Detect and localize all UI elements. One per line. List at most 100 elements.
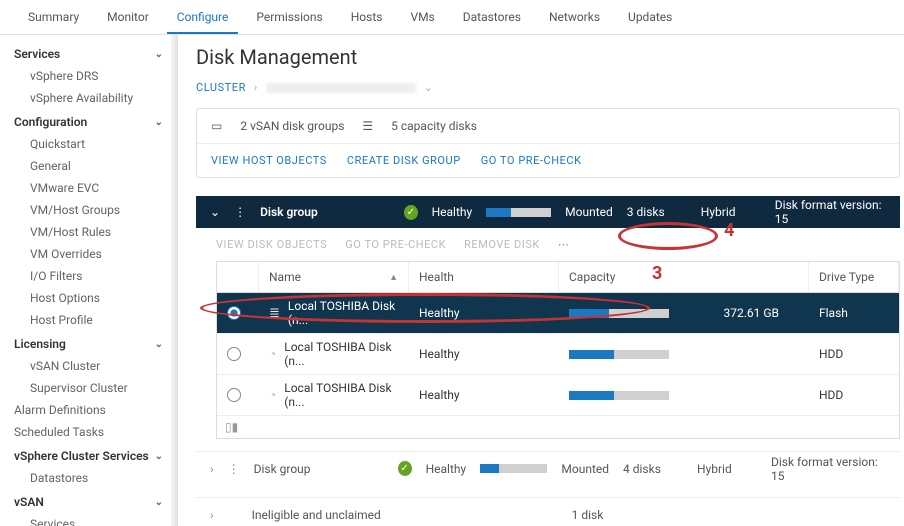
remove-disk-button[interactable]: REMOVE DISK: [464, 238, 540, 251]
main-panel: Disk Management CLUSTER › ⌄ ▭ 2 vSAN dis…: [178, 35, 904, 526]
more-actions-icon[interactable]: ⋯: [558, 238, 571, 251]
tab-datastores[interactable]: Datastores: [453, 4, 531, 34]
sidebar-section-configuration[interactable]: Configuration⌄: [0, 109, 177, 133]
disk-count: 1 disk: [572, 508, 632, 522]
top-tabs: Summary Monitor ConfigurePermissions HostsV…: [0, 0, 904, 35]
chevron-down-icon: ⌄: [155, 117, 163, 128]
sidebar-item-vsphere-availability[interactable]: vSphere Availability: [0, 87, 177, 109]
drivetype-column-header[interactable]: Drive Type: [809, 262, 899, 292]
tab-vms[interactable]: VMs: [400, 4, 444, 34]
chevron-right-icon[interactable]: ›: [210, 508, 214, 522]
mount-label: Mounted: [561, 462, 609, 476]
create-disk-group-button[interactable]: CREATE DISK GROUP: [347, 154, 461, 167]
disk-health: Healthy: [409, 341, 559, 367]
table-row[interactable]: ◔Local TOSHIBA Disk (n...HealthyHDD: [217, 334, 899, 375]
usage-bar: [569, 350, 669, 359]
sidebar-section-vsphere-cluster-services[interactable]: vSphere Cluster Services⌄: [0, 443, 177, 467]
sidebar-item-services[interactable]: Services: [0, 513, 177, 526]
sidebar-item-host-options[interactable]: Host Options: [0, 287, 177, 309]
usage-bar: [569, 391, 669, 400]
row-radio[interactable]: [227, 306, 241, 320]
disk-name: Local TOSHIBA Disk (n...: [288, 299, 399, 327]
go-to-pre-check-button[interactable]: GO TO PRE-CHECK: [345, 238, 446, 251]
sidebar-item-vm-overrides[interactable]: VM Overrides: [0, 243, 177, 265]
capacity-disks-count: 5 capacity disks: [391, 119, 477, 133]
capacity-value: 372.61 GB: [723, 306, 779, 320]
disk-health: Healthy: [409, 300, 559, 326]
disk-icon: ◔: [269, 347, 276, 361]
ineligible-collapsed-row: › Ineligible and unclaimed 1 disk: [196, 497, 900, 526]
more-actions-icon[interactable]: ⋮: [228, 462, 240, 476]
disk-name: Local TOSHIBA Disk (n...: [284, 340, 399, 368]
sidebar-item-supervisor-cluster[interactable]: Supervisor Cluster: [0, 377, 177, 399]
table-header-row: Name▲ Health Capacity Drive Type: [217, 262, 899, 293]
drive-type: Flash: [809, 300, 899, 326]
disk-actions-row: VIEW DISK OBJECTS GO TO PRE-CHECK REMOVE D…: [196, 228, 904, 261]
sidebar-section-vsan[interactable]: vSAN⌄: [0, 489, 177, 513]
tab-permissions[interactable]: Permissions: [246, 4, 332, 34]
sidebar-item-scheduled-tasks[interactable]: Scheduled Tasks: [0, 421, 177, 443]
chevron-down-icon: ⌄: [155, 339, 163, 350]
sidebar-section-services[interactable]: Services⌄: [0, 41, 177, 65]
more-actions-icon[interactable]: ⋮: [234, 205, 246, 219]
capacity-icon: ☰: [362, 119, 373, 133]
view-disk-objects-button[interactable]: VIEW DISK OBJECTS: [216, 238, 327, 251]
chevron-down-icon: ⌄: [155, 497, 163, 508]
sidebar-item-general[interactable]: General: [0, 155, 177, 177]
sidebar-item-vsan-cluster[interactable]: vSAN Cluster: [0, 355, 177, 377]
health-ok-icon: ✓: [398, 461, 412, 476]
disk-type: Hybrid: [697, 462, 757, 476]
disk-group-icon: ▭: [211, 119, 222, 133]
disk-group-label: Disk group: [254, 462, 384, 476]
sidebar-item-alarm-definitions[interactable]: Alarm Definitions: [0, 399, 177, 421]
disk-group-expanded-header: ⌄ ⋮ Disk group ✓ Healthy Mounted 3 disks…: [196, 196, 900, 228]
disk-icon: ◔: [269, 388, 276, 402]
usage-bar: [486, 208, 551, 217]
chevron-down-icon[interactable]: ⌄: [424, 81, 434, 94]
table-row[interactable]: ◔ Local TOSHIBA Disk (n... Healthy HDD: [217, 375, 899, 416]
disk-name: Local TOSHIBA Disk (n...: [284, 381, 399, 409]
radio-column-header: [217, 262, 259, 292]
sidebar-item-vsphere-drs[interactable]: vSphere DRS: [0, 65, 177, 87]
health-label: Healthy: [432, 205, 473, 219]
sort-asc-icon: ▲: [389, 272, 398, 283]
sidebar-item-quickstart[interactable]: Quickstart: [0, 133, 177, 155]
chevron-down-icon[interactable]: ⌄: [210, 205, 220, 219]
disk-type: Hybrid: [701, 205, 761, 219]
tab-summary[interactable]: Summary: [18, 4, 89, 34]
tab-monitor[interactable]: Monitor: [97, 4, 159, 34]
drive-type: HDD: [809, 382, 899, 408]
chevron-down-icon: ⌄: [155, 49, 163, 60]
sidebar-item-vm-host-rules[interactable]: VM/Host Rules: [0, 221, 177, 243]
sidebar: Services⌄vSphere DRSvSphere Availability…: [0, 35, 178, 526]
capacity-column-header[interactable]: Capacity: [559, 262, 809, 292]
row-radio[interactable]: [227, 388, 241, 402]
tab-hosts[interactable]: Hosts: [341, 4, 393, 34]
tab-networks[interactable]: Networks: [539, 4, 610, 34]
sidebar-item-vm-host-groups[interactable]: VM/Host Groups: [0, 199, 177, 221]
breadcrumb-current[interactable]: [266, 83, 416, 93]
disk-health: Healthy: [409, 382, 559, 408]
tab-updates[interactable]: Updates: [618, 4, 682, 34]
sidebar-item-vmware-evc[interactable]: VMware EVC: [0, 177, 177, 199]
sidebar-item-i-o-filters[interactable]: I/O Filters: [0, 265, 177, 287]
table-row[interactable]: ≣ Local TOSHIBA Disk (n... Healthy 372.61 G…: [217, 293, 899, 334]
tab-configure[interactable]: Configure: [167, 4, 239, 34]
sidebar-item-datastores[interactable]: Datastores: [0, 467, 177, 489]
disk-group-collapsed-row: › ⋮ Disk group ✓ Healthy Mounted 4 disks…: [196, 451, 900, 485]
sidebar-section-licensing[interactable]: Licensing⌄: [0, 331, 177, 355]
chevron-right-icon[interactable]: ›: [210, 462, 214, 476]
chevron-down-icon: ⌄: [155, 451, 163, 462]
sidebar-item-host-profile[interactable]: Host Profile: [0, 309, 177, 331]
disk-stack-icon: ≣: [269, 306, 280, 321]
disk-count: 3 disks: [627, 205, 687, 219]
format-version: Disk format version: 15: [775, 198, 886, 226]
breadcrumb-root[interactable]: CLUSTER: [196, 81, 246, 94]
name-column-header[interactable]: Name▲: [259, 262, 409, 292]
health-column-header[interactable]: Health: [409, 262, 559, 292]
row-radio[interactable]: [227, 347, 241, 361]
go-to-pre-check-button[interactable]: GO TO PRE-CHECK: [481, 154, 582, 167]
mount-label: Mounted: [565, 205, 613, 219]
view-host-objects-button[interactable]: VIEW HOST OBJECTS: [211, 154, 327, 167]
usage-bar: [480, 464, 547, 473]
